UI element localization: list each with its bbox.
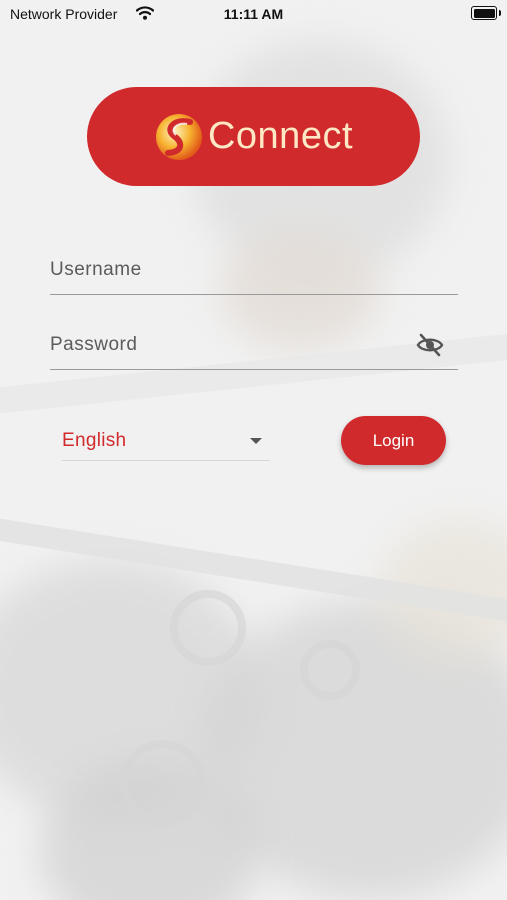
chevron-down-icon [250, 438, 262, 444]
language-dropdown[interactable]: English [62, 424, 270, 461]
status-bar: Network Provider 11:11 AM [0, 0, 507, 28]
password-input[interactable] [50, 325, 410, 365]
app-logo: Connect [87, 87, 420, 186]
eye-off-icon[interactable] [416, 331, 444, 359]
logo-swirl-icon [155, 113, 202, 160]
username-field[interactable] [50, 250, 458, 295]
clock: 11:11 AM [223, 6, 284, 22]
language-value: English [62, 430, 127, 451]
logo-text: Connect [207, 115, 354, 157]
password-field[interactable] [50, 325, 458, 370]
username-input[interactable] [50, 250, 410, 290]
login-button[interactable]: Login [341, 416, 446, 465]
battery-icon [471, 6, 501, 20]
